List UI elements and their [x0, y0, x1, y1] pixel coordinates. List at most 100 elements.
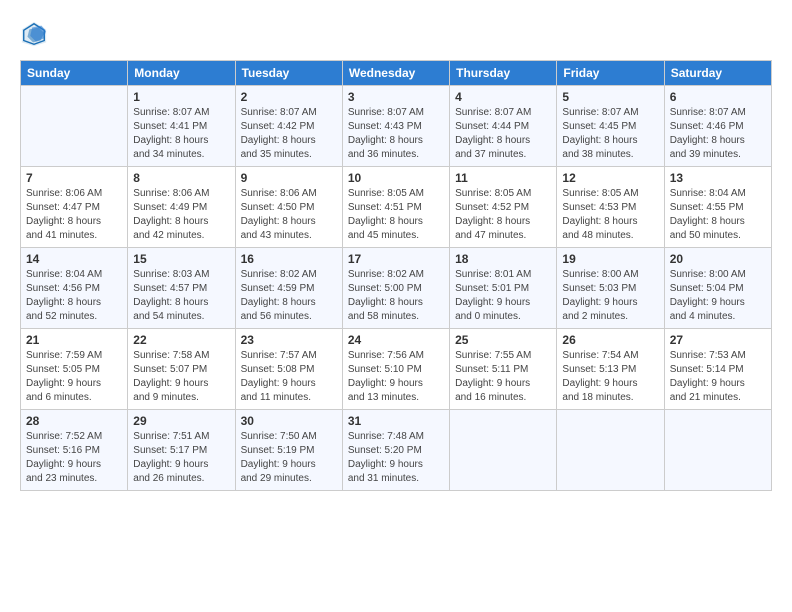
day-info: Sunrise: 8:06 AMSunset: 4:50 PMDaylight:…: [241, 187, 337, 243]
day-info: Sunrise: 7:52 AMSunset: 5:16 PMDaylight:…: [26, 430, 122, 486]
weekday-header-friday: Friday: [557, 61, 664, 86]
day-number: 25: [455, 333, 551, 347]
calendar-cell: 27 Sunrise: 7:53 AMSunset: 5:14 PMDayligh…: [664, 329, 771, 410]
calendar-cell: 30Sunrise: 7:50 AMSunset: 5:19 PMDayligh…: [235, 410, 342, 491]
calendar-header-row: SundayMondayTuesdayWednesdayThursdayFrid…: [21, 61, 772, 86]
day-info: Sunrise: 8:04 AMSunset: 4:56 PMDaylight:…: [26, 268, 122, 324]
weekday-header-sunday: Sunday: [21, 61, 128, 86]
day-info: Sunrise: 7:53 AMSunset: 5:14 PMDaylight:…: [670, 349, 766, 405]
calendar-week-row: 14 Sunrise: 8:04 AMSunset: 4:56 PMDayligh…: [21, 248, 772, 329]
day-info: Sunrise: 8:01 AMSunset: 5:01 PMDaylight:…: [455, 268, 551, 324]
weekday-header-thursday: Thursday: [450, 61, 557, 86]
calendar-cell: 1Sunrise: 8:07 AMSunset: 4:41 PMDaylight…: [128, 86, 235, 167]
day-number: 2: [241, 90, 337, 104]
day-number: 11: [455, 171, 551, 185]
calendar-cell: [557, 410, 664, 491]
logo: [20, 20, 52, 48]
day-number: 3: [348, 90, 444, 104]
day-number: 31: [348, 414, 444, 428]
day-info: Sunrise: 8:06 AMSunset: 4:47 PMDaylight:…: [26, 187, 122, 243]
page-header: [20, 20, 772, 48]
weekday-header-wednesday: Wednesday: [342, 61, 449, 86]
day-info: Sunrise: 8:07 AMSunset: 4:42 PMDaylight:…: [241, 106, 337, 162]
calendar-week-row: 21 Sunrise: 7:59 AMSunset: 5:05 PMDayligh…: [21, 329, 772, 410]
day-number: 5: [562, 90, 658, 104]
calendar-cell: 25 Sunrise: 7:55 AMSunset: 5:11 PMDayligh…: [450, 329, 557, 410]
day-number: 28: [26, 414, 122, 428]
weekday-header-saturday: Saturday: [664, 61, 771, 86]
day-number: 15: [133, 252, 229, 266]
day-number: 16: [241, 252, 337, 266]
day-info: Sunrise: 8:05 AMSunset: 4:52 PMDaylight:…: [455, 187, 551, 243]
day-number: 20: [670, 252, 766, 266]
page-container: SundayMondayTuesdayWednesdayThursdayFrid…: [0, 0, 792, 612]
calendar-cell: 11 Sunrise: 8:05 AMSunset: 4:52 PMDayligh…: [450, 167, 557, 248]
weekday-header-monday: Monday: [128, 61, 235, 86]
calendar-cell: 3 Sunrise: 8:07 AMSunset: 4:43 PMDaylight…: [342, 86, 449, 167]
calendar-cell: 6 Sunrise: 8:07 AMSunset: 4:46 PMDaylight…: [664, 86, 771, 167]
day-number: 7: [26, 171, 122, 185]
day-info: Sunrise: 7:55 AMSunset: 5:11 PMDaylight:…: [455, 349, 551, 405]
calendar-cell: 8 Sunrise: 8:06 AMSunset: 4:49 PMDaylight…: [128, 167, 235, 248]
day-info: Sunrise: 7:56 AMSunset: 5:10 PMDaylight:…: [348, 349, 444, 405]
day-number: 19: [562, 252, 658, 266]
calendar-cell: 29 Sunrise: 7:51 AMSunset: 5:17 PMDayligh…: [128, 410, 235, 491]
calendar-week-row: 7 Sunrise: 8:06 AMSunset: 4:47 PMDaylight…: [21, 167, 772, 248]
day-number: 23: [241, 333, 337, 347]
calendar-cell: 31 Sunrise: 7:48 AMSunset: 5:20 PMDayligh…: [342, 410, 449, 491]
day-number: 10: [348, 171, 444, 185]
day-info: Sunrise: 7:57 AMSunset: 5:08 PMDaylight:…: [241, 349, 337, 405]
calendar-week-row: 1Sunrise: 8:07 AMSunset: 4:41 PMDaylight…: [21, 86, 772, 167]
calendar-cell: 14 Sunrise: 8:04 AMSunset: 4:56 PMDayligh…: [21, 248, 128, 329]
calendar-cell: 15 Sunrise: 8:03 AMSunset: 4:57 PMDayligh…: [128, 248, 235, 329]
day-number: 8: [133, 171, 229, 185]
day-info: Sunrise: 8:07 AMSunset: 4:45 PMDaylight:…: [562, 106, 658, 162]
day-number: 4: [455, 90, 551, 104]
day-info: Sunrise: 8:00 AMSunset: 5:04 PMDaylight:…: [670, 268, 766, 324]
calendar-cell: 2 Sunrise: 8:07 AMSunset: 4:42 PMDaylight…: [235, 86, 342, 167]
day-info: Sunrise: 8:06 AMSunset: 4:49 PMDaylight:…: [133, 187, 229, 243]
day-info: Sunrise: 8:03 AMSunset: 4:57 PMDaylight:…: [133, 268, 229, 324]
day-number: 13: [670, 171, 766, 185]
day-number: 1: [133, 90, 229, 104]
calendar-cell: 26Sunrise: 7:54 AMSunset: 5:13 PMDayligh…: [557, 329, 664, 410]
calendar-cell: 13Sunrise: 8:04 AMSunset: 4:55 PMDayligh…: [664, 167, 771, 248]
day-number: 9: [241, 171, 337, 185]
calendar-cell: 18 Sunrise: 8:01 AMSunset: 5:01 PMDayligh…: [450, 248, 557, 329]
calendar-cell: 17 Sunrise: 8:02 AMSunset: 5:00 PMDayligh…: [342, 248, 449, 329]
day-number: 26: [562, 333, 658, 347]
calendar-cell: 22 Sunrise: 7:58 AMSunset: 5:07 PMDayligh…: [128, 329, 235, 410]
calendar-cell: 21 Sunrise: 7:59 AMSunset: 5:05 PMDayligh…: [21, 329, 128, 410]
day-number: 21: [26, 333, 122, 347]
calendar-cell: 23 Sunrise: 7:57 AMSunset: 5:08 PMDayligh…: [235, 329, 342, 410]
calendar-cell: 28 Sunrise: 7:52 AMSunset: 5:16 PMDayligh…: [21, 410, 128, 491]
day-info: Sunrise: 7:58 AMSunset: 5:07 PMDaylight:…: [133, 349, 229, 405]
day-number: 27: [670, 333, 766, 347]
day-number: 14: [26, 252, 122, 266]
calendar-cell: 12Sunrise: 8:05 AMSunset: 4:53 PMDayligh…: [557, 167, 664, 248]
day-number: 6: [670, 90, 766, 104]
calendar-cell: [21, 86, 128, 167]
day-number: 18: [455, 252, 551, 266]
day-info: Sunrise: 8:02 AMSunset: 4:59 PMDaylight:…: [241, 268, 337, 324]
day-info: Sunrise: 8:05 AMSunset: 4:51 PMDaylight:…: [348, 187, 444, 243]
calendar-cell: [664, 410, 771, 491]
day-info: Sunrise: 7:48 AMSunset: 5:20 PMDaylight:…: [348, 430, 444, 486]
day-info: Sunrise: 8:07 AMSunset: 4:43 PMDaylight:…: [348, 106, 444, 162]
day-info: Sunrise: 8:02 AMSunset: 5:00 PMDaylight:…: [348, 268, 444, 324]
day-info: Sunrise: 8:05 AMSunset: 4:53 PMDaylight:…: [562, 187, 658, 243]
calendar-cell: 19Sunrise: 8:00 AMSunset: 5:03 PMDayligh…: [557, 248, 664, 329]
day-info: Sunrise: 7:59 AMSunset: 5:05 PMDaylight:…: [26, 349, 122, 405]
day-info: Sunrise: 8:07 AMSunset: 4:46 PMDaylight:…: [670, 106, 766, 162]
calendar-table: SundayMondayTuesdayWednesdayThursdayFrid…: [20, 60, 772, 491]
calendar-cell: 24 Sunrise: 7:56 AMSunset: 5:10 PMDayligh…: [342, 329, 449, 410]
day-number: 30: [241, 414, 337, 428]
day-number: 29: [133, 414, 229, 428]
weekday-header-tuesday: Tuesday: [235, 61, 342, 86]
day-number: 22: [133, 333, 229, 347]
day-info: Sunrise: 7:51 AMSunset: 5:17 PMDaylight:…: [133, 430, 229, 486]
calendar-cell: 7 Sunrise: 8:06 AMSunset: 4:47 PMDaylight…: [21, 167, 128, 248]
day-number: 17: [348, 252, 444, 266]
day-number: 24: [348, 333, 444, 347]
calendar-cell: 10 Sunrise: 8:05 AMSunset: 4:51 PMDayligh…: [342, 167, 449, 248]
